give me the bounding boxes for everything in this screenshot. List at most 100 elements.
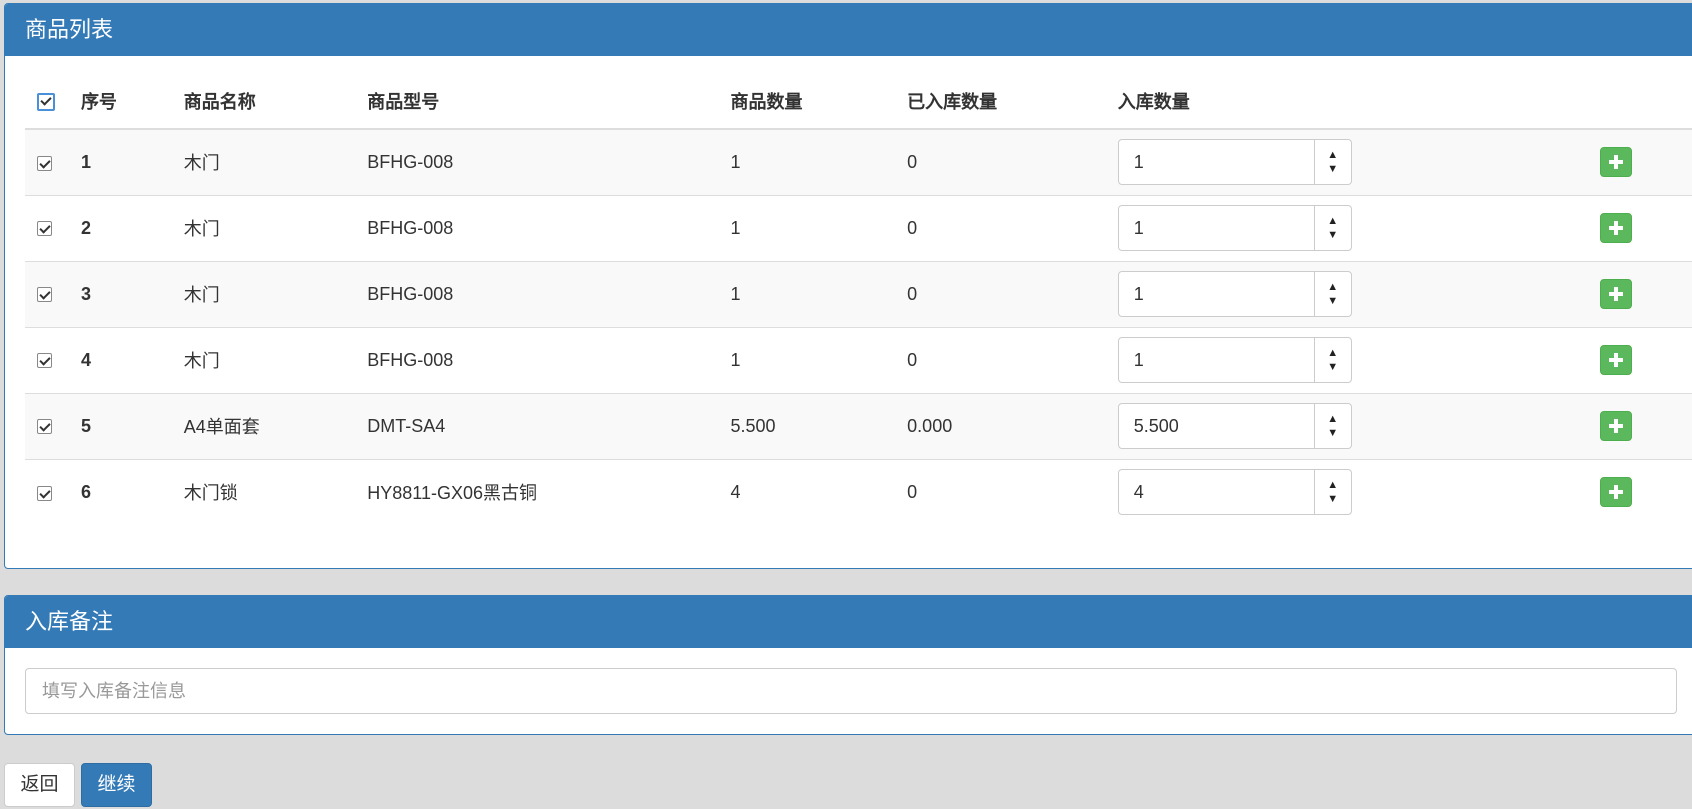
row-model: DMT-SA4 [367,392,731,459]
add-row-button[interactable] [1600,477,1633,508]
row-checkbox[interactable] [37,419,52,435]
row-checkbox[interactable] [37,155,52,171]
inbound-qty-stepper[interactable]: 1 ▲ ▼ [1117,205,1352,251]
column-header-no: 序号 [76,74,184,130]
arrow-down-icon[interactable]: ▼ [1327,492,1338,506]
row-stored-qty: 0.000 [907,392,1118,459]
select-all-checkbox[interactable] [37,92,55,111]
row-model: BFHG-008 [367,326,731,393]
row-inbound-cell: 5.500 ▲ ▼ [1117,392,1584,459]
row-add-cell [1583,458,1692,525]
arrow-down-icon[interactable]: ▼ [1327,360,1338,374]
row-checkbox[interactable] [37,485,52,501]
add-row-button[interactable] [1600,279,1633,309]
stepper-arrows[interactable]: ▲ ▼ [1315,140,1351,184]
row-stored-qty: 0 [907,194,1118,261]
arrow-up-icon[interactable]: ▲ [1327,412,1338,426]
column-header-stored-qty: 已入库数量 [907,74,1118,130]
add-row-button[interactable] [1600,213,1633,243]
inbound-qty-input[interactable]: 5.500 [1119,404,1315,448]
goods-list-panel-title: 商品列表 [5,4,1692,56]
row-name: 木门 [183,128,368,195]
table-header-row: 序号 商品名称 商品型号 商品数量 已入库数量 入库数量 [25,74,1692,130]
table-row: 3 木门 BFHG-008 1 0 1 ▲ ▼ [25,260,1692,327]
arrow-up-icon[interactable]: ▲ [1327,214,1338,228]
table-row: 1 木门 BFHG-008 1 0 1 ▲ ▼ [25,128,1692,195]
row-no: 1 [76,128,184,195]
add-row-button[interactable] [1600,147,1633,178]
arrow-down-icon[interactable]: ▼ [1327,294,1338,308]
row-checkbox-cell [25,392,77,459]
inbound-qty-input[interactable]: 1 [1119,140,1315,185]
row-qty: 1 [730,326,908,393]
arrow-up-icon[interactable]: ▲ [1327,280,1338,294]
inbound-qty-input[interactable]: 1 [1119,338,1315,382]
continue-button[interactable]: 继续 [81,763,152,807]
plus-icon [1609,155,1624,170]
row-add-cell [1583,326,1692,393]
arrow-up-icon[interactable]: ▲ [1327,148,1338,162]
plus-icon [1609,485,1624,500]
arrow-up-icon[interactable]: ▲ [1327,478,1338,492]
plus-icon [1609,221,1624,235]
inbound-qty-stepper[interactable]: 1 ▲ ▼ [1117,271,1352,317]
stepper-arrows[interactable]: ▲ ▼ [1315,404,1351,448]
stepper-arrows[interactable]: ▲ ▼ [1315,338,1351,382]
table-row: 5 A4单面套 DMT-SA4 5.500 0.000 5.500 ▲ ▼ [25,392,1692,459]
inbound-qty-input[interactable]: 1 [1119,206,1315,250]
row-model: HY8811-GX06黑古铜 [367,458,731,525]
row-qty: 4 [730,458,908,525]
row-checkbox-cell [25,194,77,261]
add-row-button[interactable] [1600,345,1633,375]
select-all-cell [25,74,77,130]
row-add-cell [1583,260,1692,327]
row-no: 5 [76,392,184,459]
row-stored-qty: 0 [907,128,1118,195]
inbound-qty-input[interactable]: 1 [1119,272,1315,316]
column-header-qty: 商品数量 [730,74,908,130]
row-checkbox-cell [25,458,77,525]
arrow-up-icon[interactable]: ▲ [1327,346,1338,360]
row-name: 木门锁 [183,458,368,525]
row-inbound-cell: 1 ▲ ▼ [1117,194,1584,261]
stepper-arrows[interactable]: ▲ ▼ [1315,272,1351,316]
column-header-inbound-qty: 入库数量 [1117,74,1584,130]
row-checkbox[interactable] [37,221,52,237]
row-checkbox-cell [25,128,77,195]
plus-icon [1609,287,1624,301]
plus-icon [1609,353,1624,367]
table-row: 6 木门锁 HY8811-GX06黑古铜 4 0 4 ▲ ▼ [25,458,1692,525]
arrow-down-icon[interactable]: ▼ [1327,426,1338,440]
row-checkbox-cell [25,260,77,327]
row-stored-qty: 0 [907,326,1118,393]
row-add-cell [1583,194,1692,261]
stepper-arrows[interactable]: ▲ ▼ [1315,470,1351,514]
row-no: 2 [76,194,184,261]
row-name: 木门 [183,260,368,327]
inbound-qty-stepper[interactable]: 5.500 ▲ ▼ [1117,403,1352,449]
row-checkbox[interactable] [37,287,52,303]
remark-input[interactable] [25,668,1677,714]
row-stored-qty: 0 [907,458,1118,525]
add-row-button[interactable] [1600,411,1633,441]
arrow-down-icon[interactable]: ▼ [1327,228,1338,242]
row-checkbox[interactable] [37,353,52,369]
row-qty: 1 [730,194,908,261]
row-add-cell [1583,392,1692,459]
row-qty: 5.500 [730,392,908,459]
inbound-qty-stepper[interactable]: 4 ▲ ▼ [1117,469,1352,516]
goods-list-panel: 商品列表 序号 商品名称 商品型号 商品数量 已入库数量 入库数量 1 木门 BFH… [4,3,1692,569]
inbound-qty-stepper[interactable]: 1 ▲ ▼ [1117,139,1352,186]
row-inbound-cell: 1 ▲ ▼ [1117,326,1584,393]
row-name: 木门 [183,194,368,261]
stepper-arrows[interactable]: ▲ ▼ [1315,206,1351,250]
row-no: 6 [76,458,184,525]
column-header-model: 商品型号 [367,74,731,130]
arrow-down-icon[interactable]: ▼ [1327,162,1338,176]
back-button[interactable]: 返回 [4,763,75,807]
inbound-qty-input[interactable]: 4 [1119,470,1315,515]
inbound-qty-stepper[interactable]: 1 ▲ ▼ [1117,337,1352,383]
row-inbound-cell: 4 ▲ ▼ [1117,458,1584,525]
row-inbound-cell: 1 ▲ ▼ [1117,260,1584,327]
table-row: 4 木门 BFHG-008 1 0 1 ▲ ▼ [25,326,1692,393]
